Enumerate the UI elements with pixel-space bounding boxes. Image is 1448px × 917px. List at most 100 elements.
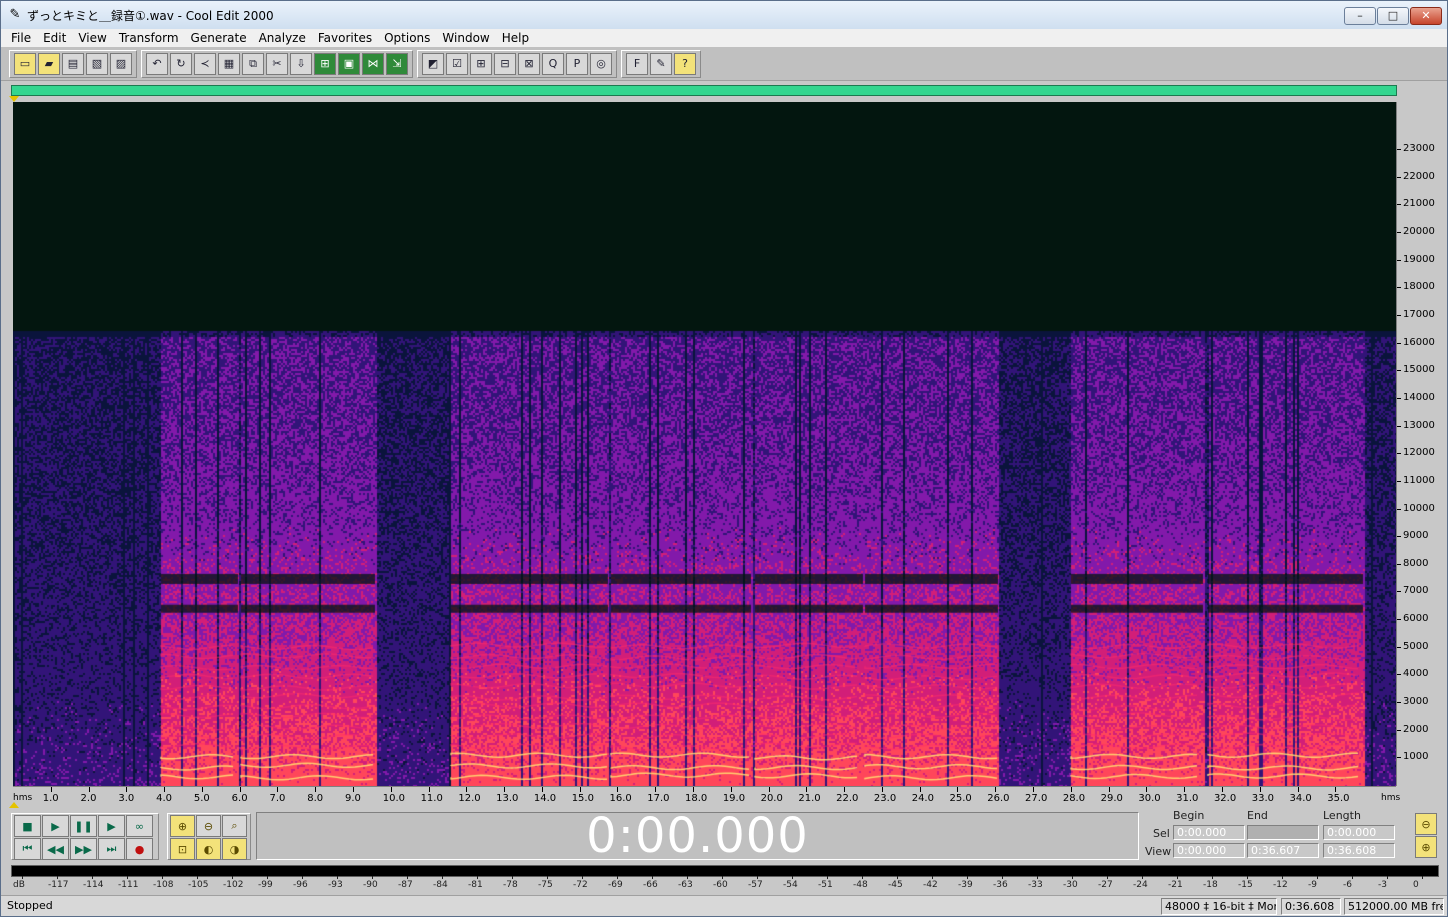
go-to-end-button[interactable]: ⏭ — [98, 838, 125, 860]
freq-tick-label: 23000 — [1403, 143, 1435, 155]
menu-favorites[interactable]: Favorites — [312, 29, 378, 47]
time-marker[interactable] — [9, 802, 19, 808]
spectrogram-display[interactable] — [13, 102, 1396, 786]
title-bar[interactable]: ✎ ずっとキミと＿録音①.wav - Cool Edit 2000 – □ ✕ — [1, 1, 1447, 29]
view-end-field[interactable]: 0:36.607 — [1247, 843, 1319, 858]
status-text: Stopped — [7, 899, 53, 912]
menu-file[interactable]: File — [1, 29, 37, 47]
maximize-button[interactable]: □ — [1377, 7, 1409, 25]
menu-analyze[interactable]: Analyze — [253, 29, 312, 47]
menu-help[interactable]: Help — [496, 29, 535, 47]
pause-icon: ❚❚ — [74, 819, 93, 833]
grid-third-button[interactable]: ⊠ — [518, 52, 540, 75]
zoom-left-button[interactable]: ◐ — [196, 838, 221, 860]
menu-view[interactable]: View — [72, 29, 112, 47]
rewind-button[interactable]: ◀◀ — [42, 838, 69, 860]
fast-forward-button[interactable]: ▶▶ — [70, 838, 97, 860]
menu-bar: File Edit View Transform Generate Analyze Favo… — [1, 29, 1447, 47]
sel-begin-field[interactable]: 0:00.000 — [1173, 825, 1245, 840]
channel-button[interactable]: ⋈ — [362, 52, 384, 75]
zoom-in-button[interactable]: ⊕ — [170, 815, 195, 837]
level-tick-label: -21 — [1168, 880, 1183, 890]
time-tick-label: 12.0 — [458, 793, 481, 804]
loop-button[interactable]: ∞ — [126, 815, 153, 837]
new-file-icon: ▭ — [19, 57, 31, 70]
cd-button[interactable]: ◎ — [590, 52, 612, 75]
view-length-field[interactable]: 0:36.608 — [1323, 843, 1395, 858]
time-tick-label: 23.0 — [873, 793, 897, 804]
level-meter[interactable] — [11, 865, 1439, 877]
play-to-end-button[interactable]: ▶ — [98, 815, 125, 837]
repeat-button[interactable]: ↻ — [170, 52, 192, 75]
freq-tick-label: 3000 — [1403, 696, 1429, 708]
level-tick-label: -51 — [818, 880, 833, 890]
zoom-out-vertical-button[interactable]: ⊖ — [1415, 813, 1437, 835]
grid-alt-button[interactable]: ⊟ — [494, 52, 516, 75]
zoom-out-button[interactable]: ⊖ — [196, 815, 221, 837]
cool-edit-icon[interactable]: ✎ — [7, 7, 23, 23]
grid-button[interactable]: ⊞ — [470, 52, 492, 75]
zoom-left-icon: ◐ — [203, 842, 214, 856]
freq-tick-label: 16000 — [1403, 336, 1435, 348]
snap-button[interactable]: ☑ — [446, 52, 468, 75]
freq-tick-label: 19000 — [1403, 253, 1435, 265]
play-button[interactable]: ▶ — [42, 815, 69, 837]
view-begin-field[interactable]: 0:00.000 — [1173, 843, 1245, 858]
pause-button[interactable]: ❚❚ — [70, 815, 97, 837]
go-to-start-button[interactable]: ⏮ — [14, 838, 41, 860]
overview-bar[interactable] — [11, 85, 1397, 96]
time-tick-label: 26.0 — [987, 793, 1010, 804]
time-tick-label: 32.0 — [1213, 793, 1237, 804]
undo-button[interactable]: ↶ — [146, 52, 168, 75]
fast-forward-icon: ▶▶ — [75, 842, 92, 856]
properties-button[interactable]: P — [566, 52, 588, 75]
copy-button[interactable]: ⧉ — [242, 52, 264, 75]
mix-paste-button[interactable]: ≺ — [194, 52, 216, 75]
zoom-right-button[interactable]: ◑ — [222, 838, 247, 860]
trim-button[interactable]: ⊞ — [314, 52, 336, 75]
freq-tick-label: 6000 — [1403, 613, 1429, 625]
cut-button[interactable]: ✂ — [266, 52, 288, 75]
script-button[interactable]: ✎ — [650, 52, 672, 75]
query-button[interactable]: Q — [542, 52, 564, 75]
script-icon: ✎ — [656, 57, 666, 70]
free-space-cell: 512000.00 MB fre — [1344, 898, 1444, 915]
query-icon: Q — [548, 57, 558, 70]
zoom-selection-button[interactable]: ⊡ — [170, 838, 195, 860]
copy-new-button[interactable]: ▦ — [218, 52, 240, 75]
mix-button[interactable]: ▣ — [338, 52, 360, 75]
new-file-button[interactable]: ▭ — [14, 52, 36, 75]
time-tick-label: 29.0 — [1100, 793, 1123, 804]
copy-icon: ⧉ — [249, 56, 257, 70]
level-tick-label: -6 — [1343, 880, 1352, 890]
zoom-out-icon: ⊖ — [203, 819, 214, 833]
sel-length-field[interactable]: 0:00.000 — [1323, 825, 1395, 840]
time-axis[interactable]: hms hms 1.0 2.0 3.0 4.0 5.0 6.0 7.0 8.0 9.0 10.0 1… — [13, 786, 1400, 806]
close-button[interactable]: ✕ — [1410, 7, 1442, 25]
sel-end-field[interactable] — [1247, 825, 1319, 840]
menu-window[interactable]: Window — [436, 29, 495, 47]
freq-tick-label: 14000 — [1403, 391, 1435, 403]
sel-label: Sel — [1153, 827, 1170, 840]
menu-transform[interactable]: Transform — [113, 29, 185, 47]
help-button[interactable]: ? — [674, 52, 696, 75]
open-folder-button[interactable]: ▰ — [38, 52, 60, 75]
stop-button[interactable]: ■ — [14, 815, 41, 837]
convert-button[interactable]: ⇲ — [386, 52, 408, 75]
paste-button[interactable]: ⇩ — [290, 52, 312, 75]
save-as-button[interactable]: ▧ — [86, 52, 108, 75]
format-cell[interactable]: 48000 ‡ 16-bit ‡ Mono — [1161, 898, 1277, 915]
time-tick-label: 19.0 — [722, 793, 746, 804]
zoom-in-vertical-button[interactable]: ⊕ — [1415, 836, 1437, 858]
f-key-button[interactable]: F — [626, 52, 648, 75]
close-file-button[interactable]: ▨ — [110, 52, 132, 75]
menu-generate[interactable]: Generate — [185, 29, 253, 47]
record-button[interactable]: ● — [126, 838, 153, 860]
zoom-full-button[interactable]: ⌕ — [222, 815, 247, 837]
minimize-button[interactable]: – — [1344, 7, 1376, 25]
menu-options[interactable]: Options — [378, 29, 436, 47]
cut-icon: ✂ — [272, 57, 282, 70]
spectral-view-button[interactable]: ◩ — [422, 52, 444, 75]
menu-edit[interactable]: Edit — [37, 29, 72, 47]
save-button[interactable]: ▤ — [62, 52, 84, 75]
